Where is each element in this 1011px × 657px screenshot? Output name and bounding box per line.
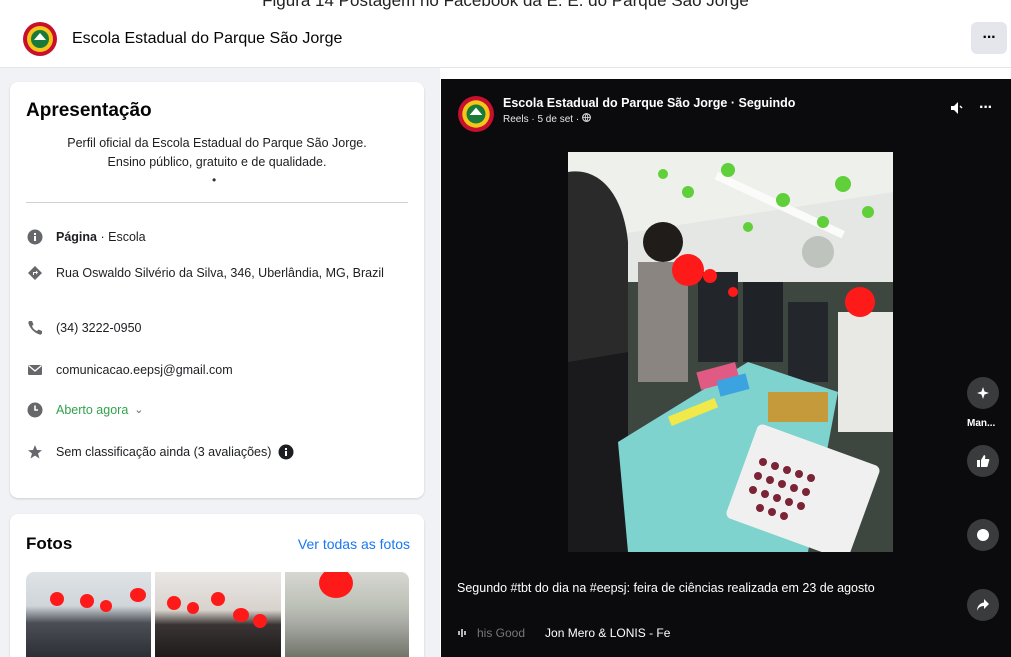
photo-thumbnail[interactable] <box>26 572 151 657</box>
info-rating: Sem classificação ainda (3 avaliações) <box>26 443 307 461</box>
info-category: Página · Escola <box>26 228 146 246</box>
figure-caption: Figura 14 Postagem no Facebook da E. E. … <box>262 0 749 10</box>
volume-icon[interactable] <box>949 100 965 116</box>
mail-icon <box>26 361 44 379</box>
clock-icon <box>26 401 44 419</box>
school-logo-icon[interactable] <box>457 95 495 133</box>
bio-dot: • <box>212 173 217 187</box>
bio-line: Perfil oficial da Escola Estadual do Par… <box>67 136 367 150</box>
intro-bio: Perfil oficial da Escola Estadual do Par… <box>26 134 408 172</box>
remix-button[interactable] <box>967 377 999 409</box>
intro-title: Apresentação <box>26 100 152 121</box>
share-button[interactable] <box>967 589 999 621</box>
divider <box>26 202 408 203</box>
more-options-button[interactable]: ··· <box>971 22 1007 54</box>
info-phone: (34) 3222-0950 <box>26 319 141 337</box>
reel-viewer: Escola Estadual do Parque São Jorge · Se… <box>441 79 1011 657</box>
school-logo-icon[interactable] <box>22 21 58 57</box>
music-artist: Jon Mero & LONIS - Fe <box>545 626 671 640</box>
hours-text: Aberto agora <box>56 403 129 417</box>
category-value: · Escola <box>97 230 146 244</box>
chevron-down-icon: ⌄ <box>134 404 144 416</box>
info-icon <box>26 228 44 246</box>
thumbs-up-icon <box>977 455 990 467</box>
page-header: Escola Estadual do Parque São Jorge ··· <box>0 10 1011 68</box>
page-title[interactable]: Escola Estadual do Parque São Jorge <box>72 30 342 48</box>
see-all-photos-link[interactable]: Ver todas as fotos <box>298 536 410 552</box>
info-address: Rua Oswaldo Silvério da Silva, 346, Uber… <box>26 264 396 282</box>
globe-icon <box>582 113 591 122</box>
bio-line: Ensino público, gratuito e de qualidade. <box>107 155 327 169</box>
photo-thumbnail[interactable] <box>155 572 281 657</box>
side-action-label: Man... <box>967 418 996 429</box>
directions-icon <box>26 264 44 282</box>
like-button[interactable] <box>967 445 999 477</box>
address-text: Rua Oswaldo Silvério da Silva, 346, Uber… <box>56 266 384 280</box>
photos-title: Fotos <box>26 534 73 553</box>
more-options-button[interactable]: ··· <box>979 99 993 117</box>
reel-music[interactable]: his Good Jon Mero & LONIS - Fe <box>457 626 670 640</box>
rating-text: Sem classificação ainda (3 avaliações) <box>56 445 272 459</box>
comment-icon <box>977 529 989 541</box>
email-text[interactable]: comunicacao.eepsj@gmail.com <box>56 361 233 379</box>
category-label: Página <box>56 230 97 244</box>
star-icon <box>26 443 44 461</box>
photo-thumbnail[interactable] <box>285 572 409 657</box>
reel-author[interactable]: Escola Estadual do Parque São Jorge · Se… <box>503 96 795 110</box>
music-track: his Good <box>477 626 526 640</box>
phone-icon <box>26 319 44 337</box>
info-email: comunicacao.eepsj@gmail.com <box>26 361 233 379</box>
music-icon <box>458 629 466 637</box>
share-icon <box>977 599 989 611</box>
comment-button[interactable] <box>967 519 999 551</box>
phone-text[interactable]: (34) 3222-0950 <box>56 319 141 337</box>
reel-meta: Reels · 5 de set · <box>503 113 591 125</box>
sparkle-icon <box>977 387 989 399</box>
reel-caption: Segundo #tbt do dia na #eepsj: feira de … <box>457 581 875 595</box>
reel-video[interactable] <box>568 152 893 552</box>
info-hours[interactable]: Aberto agora ⌄ <box>26 401 144 419</box>
video-frame <box>568 152 893 552</box>
info-icon[interactable] <box>277 443 295 461</box>
intro-card: Apresentação Perfil oficial da Escola Es… <box>10 82 424 498</box>
